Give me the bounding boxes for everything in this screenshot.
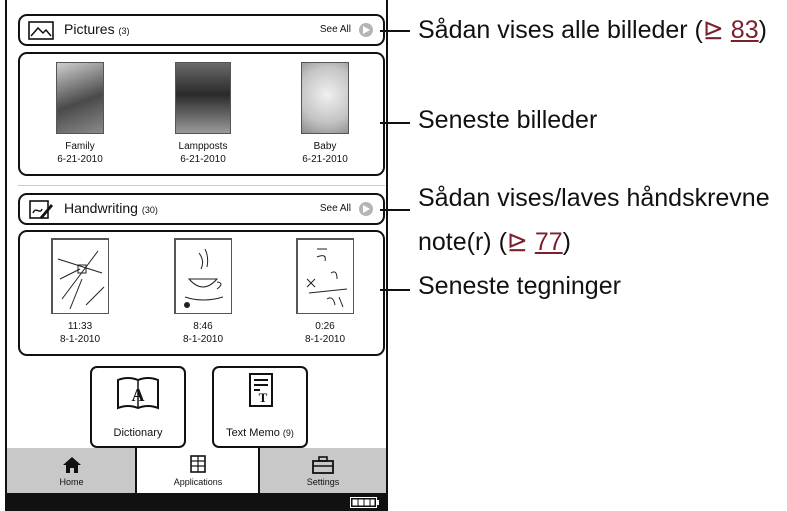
bottom-nav: Home Applications Settings [7, 448, 386, 493]
status-bar [7, 493, 386, 511]
callout-show-handwriting-line2: note(r) (⊵ 77) [418, 228, 571, 256]
nav-settings-label: Settings [306, 477, 340, 487]
callout-leader-line [380, 289, 410, 291]
nav-applications[interactable]: Applications [136, 448, 260, 493]
nav-settings[interactable]: Settings [260, 448, 386, 493]
picture-tile[interactable]: Baby 6-21-2010 [279, 62, 371, 166]
home-icon [63, 457, 81, 473]
handwriting-see-all-label[interactable]: See All [320, 203, 351, 214]
recent-pictures-panel: Family 6-21-2010 Lampposts 6-21-2010 Bab… [18, 52, 385, 176]
arrow-right-icon[interactable] [359, 202, 373, 216]
drawing-time: 8:46 [193, 321, 213, 332]
callout-leader-line [380, 30, 410, 32]
drawing-date: 8-1-2010 [182, 334, 224, 345]
handwriting-title: Handwriting (30) [64, 200, 158, 216]
picture-tile[interactable]: Family 6-21-2010 [34, 62, 126, 166]
ref-arrow-icon: ⊵ [702, 16, 724, 44]
drawing-date: 8-1-2010 [59, 334, 101, 345]
drawing-thumbnail [51, 238, 109, 314]
drawing-time: 11:33 [67, 321, 93, 332]
drawing-thumbnail [174, 238, 232, 314]
arrow-right-icon[interactable] [359, 23, 373, 37]
ref-link[interactable]: 83 [731, 16, 759, 44]
picture-thumbnail [301, 62, 349, 134]
nav-home[interactable]: Home [7, 448, 136, 493]
pictures-header[interactable]: Pictures (3) See All [18, 14, 385, 46]
section-divider [18, 185, 385, 186]
pictures-see-all-label[interactable]: See All [320, 24, 351, 35]
nav-applications-label: Applications [173, 477, 223, 487]
svg-text:T: T [259, 390, 268, 405]
pictures-title: Pictures (3) [64, 21, 130, 37]
handwriting-header[interactable]: Handwriting (30) See All [18, 193, 385, 225]
drawing-date: 8-1-2010 [304, 334, 346, 345]
picture-tile[interactable]: Lampposts 6-21-2010 [157, 62, 249, 166]
dictionary-button[interactable]: A Dictionary [90, 366, 186, 448]
battery-icon [350, 497, 379, 508]
toolbox-icon [312, 456, 334, 474]
drawing-time: 0:26 [315, 321, 335, 332]
picture-thumbnail [175, 62, 231, 134]
picture-date: 6-21-2010 [57, 154, 103, 165]
drawing-tile[interactable]: 11:33 8-1-2010 [34, 238, 126, 346]
picture-date: 6-21-2010 [180, 154, 226, 165]
picture-name: Baby [313, 141, 337, 152]
picture-thumbnail [56, 62, 104, 134]
dictionary-label: Dictionary [113, 427, 163, 439]
picture-date: 6-21-2010 [302, 154, 348, 165]
callout-leader-line [380, 122, 410, 124]
device-screen: Pictures (3) See All Family 6-21-2010 La… [5, 0, 388, 511]
drawing-tile[interactable]: 0:26 8-1-2010 [279, 238, 371, 346]
dictionary-leader-line [135, 448, 137, 511]
picture-name: Family [65, 141, 95, 152]
ref-arrow-icon: ⊵ [506, 228, 528, 256]
picture-name: Lampposts [178, 141, 228, 152]
ref-link[interactable]: 77 [535, 228, 563, 256]
text-memo-icon: T [249, 373, 273, 407]
handwriting-icon [29, 200, 53, 219]
callout-recent-drawings: Seneste tegninger [418, 272, 621, 300]
nav-home-label: Home [59, 477, 84, 487]
recent-drawings-panel: 11:33 8-1-2010 8:46 8-1-2010 0:26 8-1-20… [18, 230, 385, 356]
callout-leader-line [380, 209, 410, 211]
drawing-tile[interactable]: 8:46 8-1-2010 [157, 238, 249, 346]
callout-show-handwriting-line1: Sådan vises/laves håndskrevne [418, 184, 770, 212]
dictionary-book-icon: A [117, 377, 159, 410]
text-memo-label: Text Memo (9) [226, 427, 294, 439]
picture-icon [28, 21, 54, 40]
drawing-thumbnail [296, 238, 354, 314]
text-memo-leader-line [258, 448, 260, 511]
svg-text:A: A [132, 385, 145, 405]
applications-icon [190, 455, 206, 473]
text-memo-button[interactable]: T Text Memo (9) [212, 366, 308, 448]
callout-show-all-pictures: Sådan vises alle billeder (⊵ 83) [418, 16, 767, 44]
callout-recent-pictures: Seneste billeder [418, 106, 598, 134]
